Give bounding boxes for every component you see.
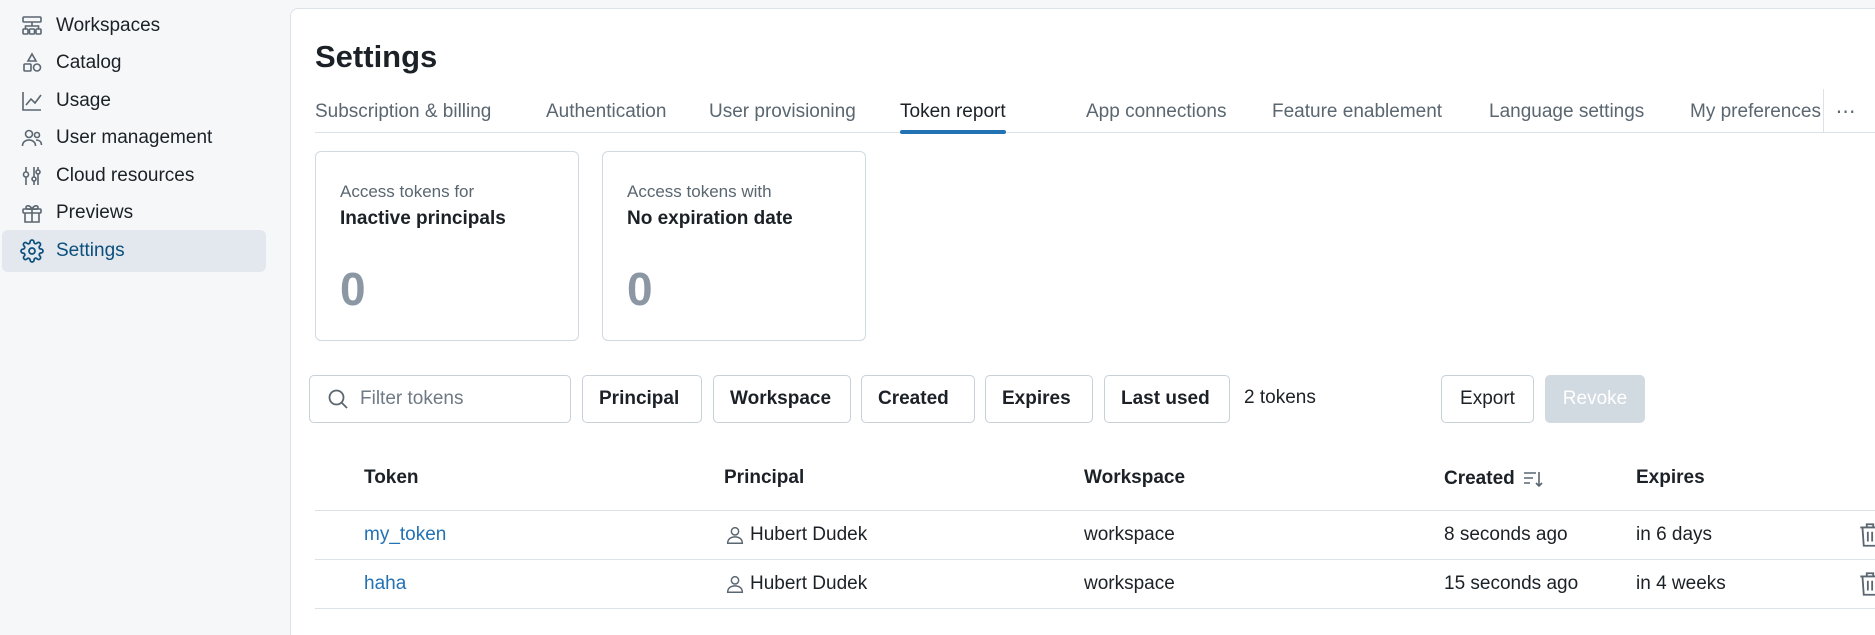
workspace-cell: workspace (1084, 524, 1175, 545)
export-button[interactable]: Export (1441, 375, 1534, 423)
sidebar-item-catalog[interactable]: Catalog (2, 42, 266, 84)
expires-filter-dropdown[interactable]: Expires (985, 375, 1093, 423)
created-filter-dropdown[interactable]: Created (861, 375, 975, 423)
catalog-icon (20, 51, 44, 75)
tab-my-preferences[interactable]: My preferences (1690, 89, 1821, 133)
table-row: haha Hubert Dudek workspace 15 seconds a… (315, 560, 1875, 609)
column-header-workspace[interactable]: Workspace (1084, 467, 1185, 489)
column-header-label: Token (364, 467, 419, 488)
sidebar-item-label: User management (56, 127, 213, 148)
column-header-created[interactable]: Created (1444, 467, 1545, 491)
column-header-label: Workspace (1084, 467, 1186, 488)
gear-icon (20, 239, 44, 263)
principal-name: Hubert Dudek (750, 524, 868, 545)
sidebar-item-label: Settings (56, 240, 125, 261)
expires-cell: in 6 days (1636, 524, 1713, 545)
column-header-label: Created (1444, 468, 1515, 489)
more-tabs-button[interactable]: ⋯ (1823, 89, 1867, 133)
column-header-label: Expires (1636, 467, 1705, 488)
no-expiration-card: Access tokens with No expiration date 0 (602, 151, 866, 341)
trash-icon[interactable] (1857, 521, 1875, 549)
search-icon (328, 389, 348, 409)
tab-authentication[interactable]: Authentication (546, 89, 666, 133)
table-row: my_token Hubert Dudek workspace 8 second… (315, 511, 1875, 560)
usage-chart-icon (20, 89, 44, 113)
sidebar-item-label: Cloud resources (56, 165, 195, 186)
filter-search-box (309, 375, 571, 423)
settings-tabs: Subscription & billing Authentication Us… (315, 89, 1875, 134)
tab-token-report[interactable]: Token report (900, 89, 1006, 134)
tab-feature-enablement[interactable]: Feature enablement (1272, 89, 1442, 133)
sidebar-item-previews[interactable]: Previews (2, 192, 266, 234)
sidebar: Workspaces Catalog Usage User management… (0, 0, 290, 635)
trash-icon[interactable] (1857, 570, 1875, 598)
sort-descending-icon (1523, 472, 1543, 488)
tab-user-provisioning[interactable]: User provisioning (709, 89, 856, 133)
sidebar-item-label: Catalog (56, 52, 122, 73)
tab-language-settings[interactable]: Language settings (1489, 89, 1644, 133)
card-title: No expiration date (627, 208, 793, 229)
workspaces-icon (20, 14, 44, 38)
card-title: Inactive principals (340, 208, 506, 229)
dropdown-label: Last used (1121, 388, 1210, 409)
principal-filter-dropdown[interactable]: Principal (582, 375, 702, 423)
tokens-table: Token Principal Workspace Created Expire… (315, 449, 1875, 609)
card-subtitle: Access tokens with (627, 182, 772, 201)
table-header: Token Principal Workspace Created Expire… (315, 449, 1875, 511)
dropdown-label: Created (878, 388, 949, 409)
sidebar-item-workspaces[interactable]: Workspaces (2, 5, 266, 47)
tab-app-connections[interactable]: App connections (1086, 89, 1227, 133)
sidebar-item-label: Workspaces (56, 15, 161, 36)
card-value: 0 (340, 263, 366, 315)
cloud-resources-icon (20, 164, 44, 188)
dropdown-label: Workspace (730, 388, 832, 409)
sidebar-item-user-management[interactable]: User management (2, 117, 266, 159)
last-used-filter-dropdown[interactable]: Last used (1104, 375, 1230, 423)
user-icon (726, 526, 744, 544)
card-subtitle: Access tokens for (340, 182, 475, 201)
workspace-cell: workspace (1084, 573, 1175, 594)
column-header-token[interactable]: Token (364, 467, 419, 489)
token-name-link[interactable]: my_token (364, 524, 446, 546)
dropdown-label: Principal (599, 388, 680, 409)
tab-subscription-billing[interactable]: Subscription & billing (315, 89, 491, 133)
sidebar-item-usage[interactable]: Usage (2, 80, 266, 122)
inactive-principals-card: Access tokens for Inactive principals 0 (315, 151, 579, 341)
user-icon (726, 575, 744, 593)
column-header-label: Principal (724, 467, 805, 488)
page-title: Settings (315, 39, 438, 74)
expires-cell: in 4 weeks (1636, 573, 1726, 594)
principal-cell: Hubert Dudek (724, 573, 867, 595)
column-header-principal[interactable]: Principal (724, 467, 804, 489)
column-header-expires[interactable]: Expires (1636, 467, 1705, 489)
filter-bar: Principal Workspace Created Expires Last… (309, 375, 1875, 425)
filter-tokens-input[interactable] (360, 388, 560, 410)
users-icon (20, 126, 44, 150)
sidebar-item-settings[interactable]: Settings (2, 230, 266, 272)
workspace-filter-dropdown[interactable]: Workspace (713, 375, 851, 423)
created-cell: 15 seconds ago (1444, 573, 1579, 594)
card-value: 0 (627, 263, 653, 315)
created-cell: 8 seconds ago (1444, 524, 1568, 545)
principal-name: Hubert Dudek (750, 573, 868, 594)
token-name-link[interactable]: haha (364, 573, 406, 595)
token-count: 2 tokens (1244, 387, 1316, 408)
dropdown-label: Expires (1002, 388, 1071, 409)
main-panel: Settings Subscription & billing Authenti… (290, 8, 1875, 635)
revoke-button: Revoke (1545, 375, 1645, 423)
app-root: Workspaces Catalog Usage User management… (0, 0, 1875, 635)
principal-cell: Hubert Dudek (724, 524, 867, 546)
gift-icon (20, 201, 44, 225)
sidebar-item-cloud-resources[interactable]: Cloud resources (2, 155, 266, 197)
sidebar-item-label: Previews (56, 202, 134, 223)
sidebar-item-label: Usage (56, 90, 111, 111)
